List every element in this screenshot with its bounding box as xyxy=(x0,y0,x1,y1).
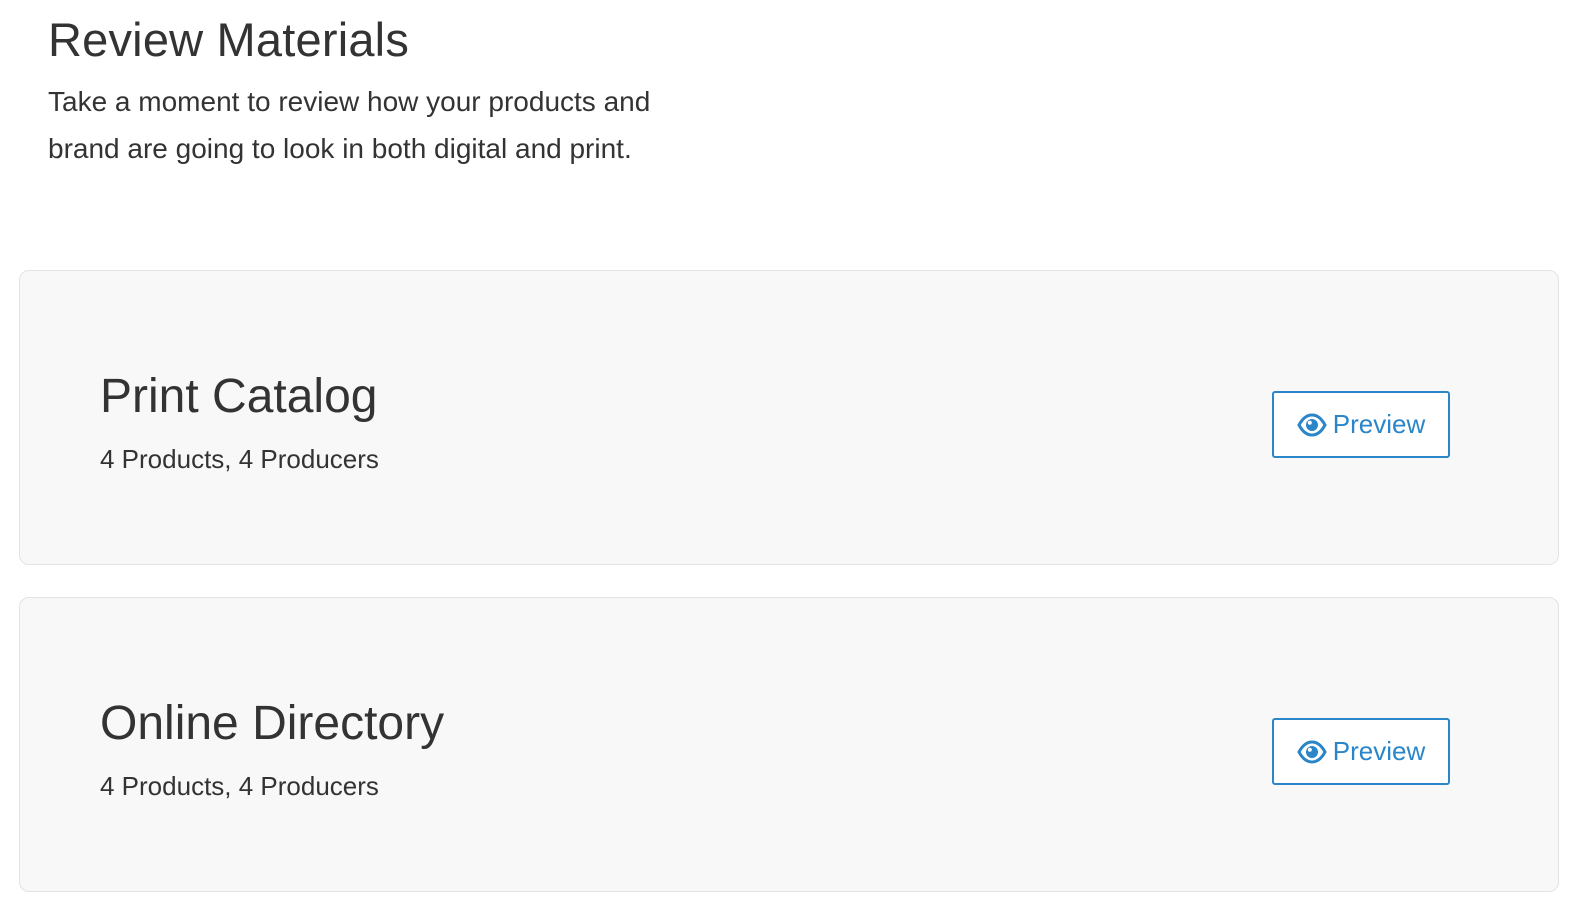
preview-button-label: Preview xyxy=(1332,409,1426,439)
page-title: Review Materials xyxy=(48,13,410,66)
material-card-print-catalog: Print Catalog 4 Products, 4 Producers Pr… xyxy=(19,270,1559,565)
material-title: Online Directory xyxy=(100,697,445,750)
material-title: Print Catalog xyxy=(100,370,378,423)
eye-icon xyxy=(1297,739,1327,764)
material-counts: 4 Products, 4 Producers xyxy=(100,771,379,801)
review-materials-page: Review Materials Take a moment to review… xyxy=(0,0,1584,912)
eye-icon xyxy=(1297,412,1327,437)
preview-button-label: Preview xyxy=(1332,736,1426,766)
preview-button[interactable]: Preview xyxy=(1272,718,1450,785)
page-description: Take a moment to review how your product… xyxy=(48,86,651,164)
material-card-online-directory: Online Directory 4 Products, 4 Producers… xyxy=(19,597,1559,892)
material-counts: 4 Products, 4 Producers xyxy=(100,444,379,474)
preview-button[interactable]: Preview xyxy=(1272,391,1450,458)
